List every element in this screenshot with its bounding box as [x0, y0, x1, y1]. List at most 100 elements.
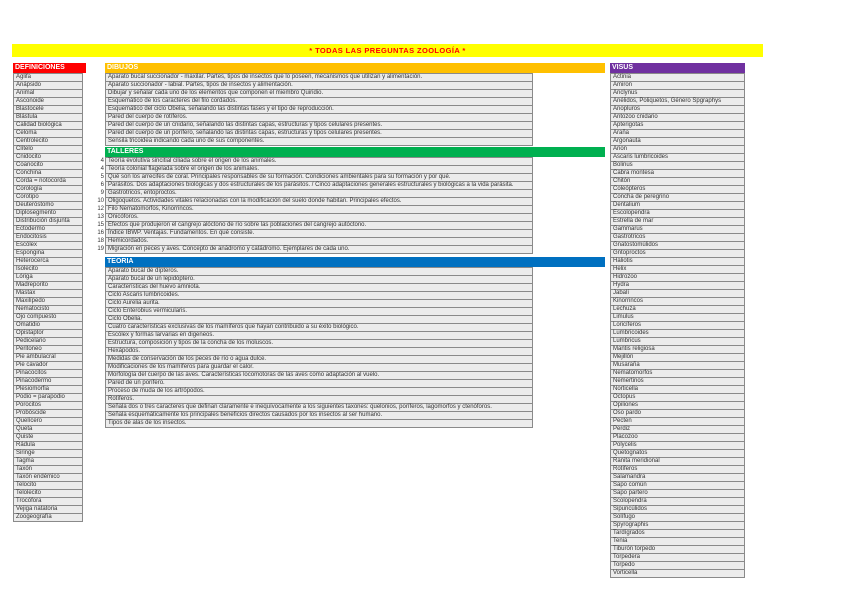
definiciones-item[interactable]: Blastocele: [13, 106, 83, 114]
visus-item[interactable]: Sipuncúlidos: [610, 506, 745, 514]
definiciones-item[interactable]: Quiste: [13, 434, 83, 442]
definiciones-item[interactable]: Distribución disjunta: [13, 218, 83, 226]
definiciones-item[interactable]: Zoogeografía: [13, 514, 83, 522]
visus-item[interactable]: Polycelis: [610, 442, 745, 450]
teoria-item[interactable]: Medidas de conservación de los peces de …: [105, 356, 533, 364]
visus-item[interactable]: Octopus: [610, 394, 745, 402]
definiciones-item[interactable]: Tagma: [13, 458, 83, 466]
definiciones-item[interactable]: Pie cavador: [13, 362, 83, 370]
visus-item[interactable]: Kinorrincos: [610, 298, 745, 306]
visus-item[interactable]: Placozoo: [610, 434, 745, 442]
definiciones-item[interactable]: Taxón: [13, 466, 83, 474]
visus-item[interactable]: Araña: [610, 130, 745, 138]
definiciones-item[interactable]: Coanocito: [13, 162, 83, 170]
teoria-item[interactable]: Ciclo Aurelia aurita.: [105, 300, 533, 308]
visus-item[interactable]: Tiburón torpedo: [610, 546, 745, 554]
teoria-item[interactable]: Tipos de alas de los insectos.: [105, 420, 533, 428]
teoria-item[interactable]: Características del huevo amniota.: [105, 284, 533, 292]
definiciones-item[interactable]: Deuteróstomo: [13, 202, 83, 210]
visus-item[interactable]: Arion: [610, 146, 745, 154]
definiciones-item[interactable]: Corología: [13, 186, 83, 194]
teoria-item[interactable]: Cuatro características exclusivas de los…: [105, 324, 533, 332]
visus-item[interactable]: Tenia: [610, 538, 745, 546]
talleres-item[interactable]: 5 Qué son los arrecifes de coral. Princi…: [105, 174, 533, 182]
visus-item[interactable]: Salamandra: [610, 474, 745, 482]
visus-item[interactable]: Gntoproctos: [610, 250, 745, 258]
definiciones-item[interactable]: Madreporito: [13, 282, 83, 290]
visus-item[interactable]: Anélidos, Poliquetos, Género Spgraphys: [610, 98, 745, 106]
visus-item[interactable]: Spyrographis: [610, 522, 745, 530]
definiciones-item[interactable]: Peritoneo: [13, 346, 83, 354]
teoria-item[interactable]: Estructura, composición y tipos de la co…: [105, 340, 533, 348]
visus-item[interactable]: Amiron: [610, 82, 745, 90]
definiciones-item[interactable]: Escólex: [13, 242, 83, 250]
teoria-item[interactable]: Pared de un porífero.: [105, 380, 533, 388]
visus-item[interactable]: Torpedo: [610, 562, 745, 570]
definiciones-item[interactable]: Ojo compuesto: [13, 314, 83, 322]
definiciones-item[interactable]: Isolecito: [13, 266, 83, 274]
visus-item[interactable]: Sapo partero: [610, 490, 745, 498]
definiciones-item[interactable]: Quelícero: [13, 418, 83, 426]
visus-item[interactable]: Gnatostomúlidos: [610, 242, 745, 250]
visus-item[interactable]: Hidrozoo: [610, 274, 745, 282]
definiciones-item[interactable]: Conchina: [13, 170, 83, 178]
visus-item[interactable]: Antozoo cnidario: [610, 114, 745, 122]
dibujos-item[interactable]: Esquemático del ciclo Obelia, señalando …: [105, 106, 533, 114]
definiciones-item[interactable]: Queta: [13, 426, 83, 434]
teoria-header[interactable]: TEORIA: [105, 257, 605, 267]
visus-item[interactable]: Loricíferos: [610, 322, 745, 330]
definiciones-item[interactable]: Lóriga: [13, 274, 83, 282]
visus-item[interactable]: Tardígrados: [610, 530, 745, 538]
definiciones-item[interactable]: Siringe: [13, 450, 83, 458]
visus-item[interactable]: Apterigotas: [610, 122, 745, 130]
visus-item[interactable]: Actinia: [610, 74, 745, 82]
definiciones-item[interactable]: Cnidocito: [13, 154, 83, 162]
visus-item[interactable]: Pecten: [610, 418, 745, 426]
talleres-item[interactable]: 16 Índice IBWP. Ventajas. Fundamentos. E…: [105, 230, 533, 238]
talleres-item[interactable]: 4 Teoría colonial flagelada sobre el ori…: [105, 166, 533, 174]
visus-item[interactable]: Ascaris lumbricoides: [610, 154, 745, 162]
definiciones-item[interactable]: Nematocisto: [13, 306, 83, 314]
definiciones-item[interactable]: Probóscide: [13, 410, 83, 418]
dibujos-item[interactable]: Dibujar y señalar cada uno de los elemen…: [105, 90, 533, 98]
definiciones-item[interactable]: Animal: [13, 90, 83, 98]
visus-item[interactable]: Bolinus: [610, 162, 745, 170]
visus-item[interactable]: Haliotis: [610, 258, 745, 266]
teoria-item[interactable]: Aparato bucal de un lepidóptero.: [105, 276, 533, 284]
talleres-item[interactable]: 10 Oligoquetos. Actividades vitales rela…: [105, 198, 533, 206]
definiciones-item[interactable]: Mastax: [13, 290, 83, 298]
definiciones-item[interactable]: Pinacocitos: [13, 370, 83, 378]
visus-item[interactable]: Opiliones: [610, 402, 745, 410]
teoria-item[interactable]: Rotíferos.: [105, 396, 533, 404]
talleres-item[interactable]: 15 Efectos que produjeron el cangrejo al…: [105, 222, 533, 230]
teoria-item[interactable]: Ciclo Enterobius vermicularis.: [105, 308, 533, 316]
visus-item[interactable]: Lumbricus: [610, 338, 745, 346]
visus-item[interactable]: Ranita meridional: [610, 458, 745, 466]
visus-item[interactable]: Limulus: [610, 314, 745, 322]
dibujos-item[interactable]: Pared del cuerpo de rotíferos.: [105, 114, 533, 122]
sheet-title-banner[interactable]: * TODAS LAS PREGUNTAS ZOOLOGÍA *: [12, 44, 763, 57]
visus-item[interactable]: Chitón: [610, 178, 745, 186]
talleres-item[interactable]: 4 Teoría evolutiva sincitial ciliada sob…: [105, 158, 533, 166]
visus-item[interactable]: Sapo común: [610, 482, 745, 490]
talleres-item[interactable]: 18 Hemicordados.: [105, 238, 533, 246]
definiciones-item[interactable]: Trocófora: [13, 498, 83, 506]
definiciones-item[interactable]: Telocito: [13, 482, 83, 490]
definiciones-item[interactable]: Centrolecito: [13, 138, 83, 146]
visus-item[interactable]: Lechuza: [610, 306, 745, 314]
definiciones-item[interactable]: Podio = parapodio: [13, 394, 83, 402]
dibujos-item[interactable]: Aparato succionador - labial. Partes, ti…: [105, 82, 533, 90]
definiciones-item[interactable]: Diplosegmento: [13, 210, 83, 218]
teoria-item[interactable]: Ciclo Ascaris lumbricoides.: [105, 292, 533, 300]
definiciones-item[interactable]: Calidad biológica: [13, 122, 83, 130]
definiciones-item[interactable]: Pinacodermo: [13, 378, 83, 386]
talleres-item[interactable]: 13 Onicóforos.: [105, 214, 533, 222]
visus-item[interactable]: Mejillón: [610, 354, 745, 362]
dibujos-item[interactable]: Esquemático de los caracteres del filo c…: [105, 98, 533, 106]
visus-item[interactable]: Gastrotricos: [610, 234, 745, 242]
talleres-item[interactable]: 6 Parásitos. Dos adaptaciones biológicas…: [105, 182, 533, 190]
visus-item[interactable]: Nemertinos: [610, 378, 745, 386]
teoria-item[interactable]: Proceso de muda de los artrópodos.: [105, 388, 533, 396]
definiciones-item[interactable]: Blástula: [13, 114, 83, 122]
definiciones-item[interactable]: Corda = notocorda: [13, 178, 83, 186]
